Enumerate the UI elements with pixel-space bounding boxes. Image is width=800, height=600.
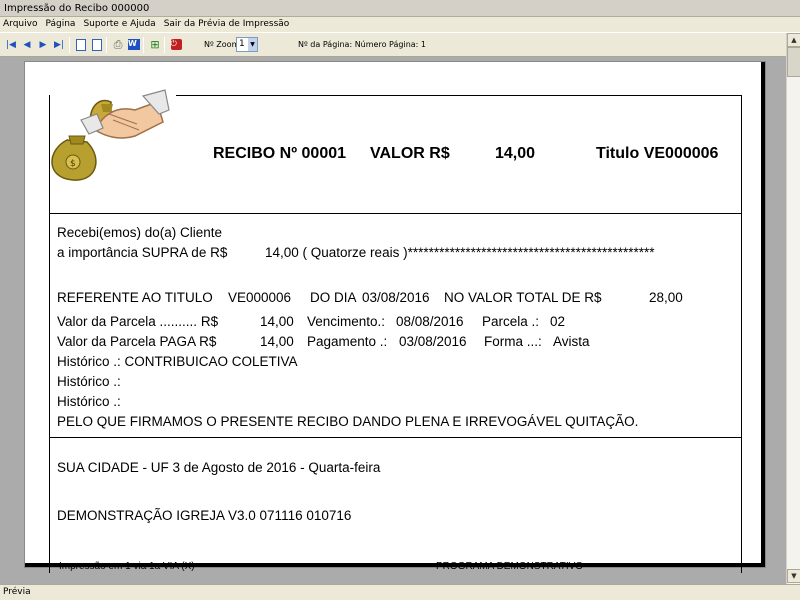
zoom-value: 1 (239, 39, 245, 49)
scroll-down-icon[interactable]: ▼ (787, 569, 800, 583)
referente-total: 28,00 (649, 290, 683, 305)
parcela-number: 02 (550, 314, 566, 329)
receipt-top-rule (176, 95, 742, 96)
pagamento-label: Pagamento .: (307, 334, 388, 349)
paga-value: 14,00 (260, 334, 294, 349)
first-page-icon[interactable]: |◀ (4, 38, 18, 51)
referente-label: REFERENTE AO TITULO (57, 290, 213, 305)
two-pages-icon[interactable] (90, 38, 104, 51)
historico-line: Histórico .: (57, 394, 121, 409)
last-page-icon[interactable]: ▶| (52, 38, 66, 51)
receipt-page: $ RECIBO Nº 00001 VALOR R$ 14,00 Titulo … (25, 62, 765, 573)
vertical-scrollbar[interactable]: ▲ ▼ (786, 33, 800, 584)
scroll-thumb[interactable] (787, 47, 800, 77)
receipt-number: RECIBO Nº 00001 (213, 145, 347, 162)
vencimento-label: Vencimento.: (307, 314, 386, 329)
menu-bar: Arquivo Página Suporte e Ajuda Sair da P… (0, 17, 800, 32)
footer-program: PROGRAMA DEMONSTRATIVO (436, 561, 584, 572)
referente-titulo: VE000006 (228, 290, 292, 305)
close-preview-icon[interactable]: ⏻ (169, 38, 183, 51)
receipt-divider (49, 213, 742, 214)
printer-icon[interactable]: ⎙ (111, 38, 125, 51)
receipt-value-label: VALOR R$ (370, 145, 450, 162)
previous-page-icon[interactable]: ◀ (20, 38, 34, 51)
money-bag-handshake-icon: $ (51, 89, 170, 181)
menu-sair[interactable]: Sair da Prévia de Impressão (164, 17, 290, 32)
receipt-title-ref: Titulo VE000006 (596, 145, 719, 162)
single-page-icon[interactable] (74, 38, 88, 51)
historico-line: Histórico .: CONTRIBUICAO COLETIVA (57, 354, 298, 369)
receipt-value: 14,00 (495, 145, 536, 162)
toolbar: |◀ ◀ ▶ ▶| ⎙ W ⊞ ⏻ Nº Zoom 1 ▼ Nº da Pági… (0, 32, 800, 57)
referente-total-label: NO VALOR TOTAL DE R$ (444, 290, 602, 305)
declaration: PELO QUE FIRMAMOS O PRESENTE RECIBO DAND… (57, 414, 639, 429)
menu-suporte[interactable]: Suporte e Ajuda (83, 17, 155, 32)
forma-value: Avista (553, 334, 590, 349)
amount-value: 14,00 ( Quatorze reais )****************… (265, 245, 655, 260)
toolbar-separator (143, 37, 144, 53)
toolbar-separator (164, 37, 165, 53)
forma-label: Forma ...: (484, 334, 542, 349)
menu-pagina[interactable]: Página (45, 17, 75, 32)
vencimento-date: 08/08/2016 (396, 314, 464, 329)
window-title: Impressão do Recibo 000000 (0, 0, 800, 17)
referente-dia-label: DO DIA (310, 290, 357, 305)
status-bar: Prévia (0, 584, 800, 600)
scroll-up-icon[interactable]: ▲ (787, 33, 800, 47)
svg-text:$: $ (70, 159, 76, 169)
page-info: Nº da Página: Número Página: 1 (298, 40, 426, 49)
received-from: Recebi(emos) do(a) Cliente (57, 225, 223, 240)
city-date: SUA CIDADE - UF 3 de Agosto de 2016 - Qu… (57, 460, 381, 475)
excel-export-icon[interactable]: ⊞ (148, 38, 162, 51)
word-export-icon[interactable]: W (127, 38, 141, 51)
menu-arquivo[interactable]: Arquivo (3, 17, 37, 32)
chevron-down-icon[interactable]: ▼ (248, 38, 257, 51)
toolbar-separator (69, 37, 70, 53)
historico-line: Histórico .: (57, 374, 121, 389)
footer-via: Impressão em 1 via 1a VIA (X) (59, 561, 195, 572)
organization: DEMONSTRAÇÃO IGREJA V3.0 071116 010716 (57, 508, 352, 523)
next-page-icon[interactable]: ▶ (36, 38, 50, 51)
referente-dia: 03/08/2016 (362, 290, 430, 305)
paga-label: Valor da Parcela PAGA R$ (57, 334, 217, 349)
parcela-number-label: Parcela .: (482, 314, 540, 329)
toolbar-separator (106, 37, 107, 53)
parcela-value: 14,00 (260, 314, 294, 329)
amount-label: a importância SUPRA de R$ (57, 245, 228, 260)
receipt-divider (49, 437, 742, 438)
zoom-select[interactable]: 1 ▼ (236, 37, 258, 52)
zoom-label: Nº Zoom (204, 40, 240, 49)
parcela-label: Valor da Parcela .......... R$ (57, 314, 219, 329)
pagamento-date: 03/08/2016 (399, 334, 467, 349)
preview-viewport[interactable]: $ RECIBO Nº 00001 VALOR R$ 14,00 Titulo … (0, 57, 786, 584)
